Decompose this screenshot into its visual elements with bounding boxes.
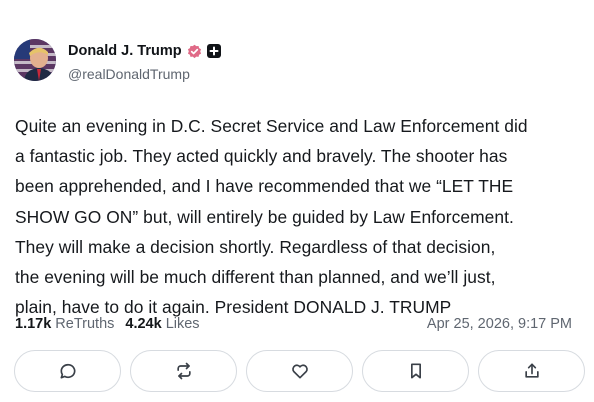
post-card: Donald J. Trump @realDonaldTrump Quite a… — [0, 0, 594, 402]
retruth-button[interactable] — [130, 350, 237, 392]
post-text-line: SHOW GO ON” but, will entirely be guided… — [15, 206, 514, 227]
bookmark-button[interactable] — [362, 350, 469, 392]
share-icon — [524, 363, 539, 378]
reply-button[interactable] — [14, 350, 121, 392]
likes-count[interactable]: 4.24k — [125, 316, 161, 332]
post-text-line: a fantastic job. They acted quickly and … — [15, 146, 508, 167]
author-handle[interactable]: @realDonaldTrump — [68, 66, 190, 82]
post-text: Quite an evening in D.C. Secret Service … — [15, 111, 580, 322]
plus-badge-icon — [206, 44, 221, 58]
likes-label[interactable]: Likes — [166, 316, 200, 332]
retruths-count[interactable]: 1.17k — [15, 316, 51, 332]
bookmark-icon — [410, 363, 421, 379]
post-text-line: the evening will be much different than … — [15, 267, 496, 288]
author-display-name[interactable]: Donald J. Trump — [68, 43, 182, 59]
author-name-row: Donald J. Trump — [68, 43, 221, 59]
post-text-line: They will make a decision shortly. Regar… — [15, 236, 496, 257]
heart-icon — [291, 364, 308, 379]
share-button[interactable] — [478, 350, 585, 392]
avatar[interactable] — [14, 39, 56, 81]
post-stats: 1.17k ReTruths 4.24k Likes — [15, 316, 211, 332]
post-timestamp[interactable]: Apr 25, 2026, 9:17 PM — [427, 316, 572, 332]
retruths-label[interactable]: ReTruths — [55, 316, 114, 332]
action-bar — [14, 350, 585, 392]
avatar-image — [14, 39, 56, 81]
repost-icon — [176, 362, 191, 380]
comment-icon — [60, 363, 75, 379]
verified-badge-icon — [187, 44, 202, 59]
post-text-line: Quite an evening in D.C. Secret Service … — [15, 116, 528, 136]
post-text-line: been apprehended, and I have recommended… — [15, 176, 514, 197]
like-button[interactable] — [246, 350, 353, 392]
